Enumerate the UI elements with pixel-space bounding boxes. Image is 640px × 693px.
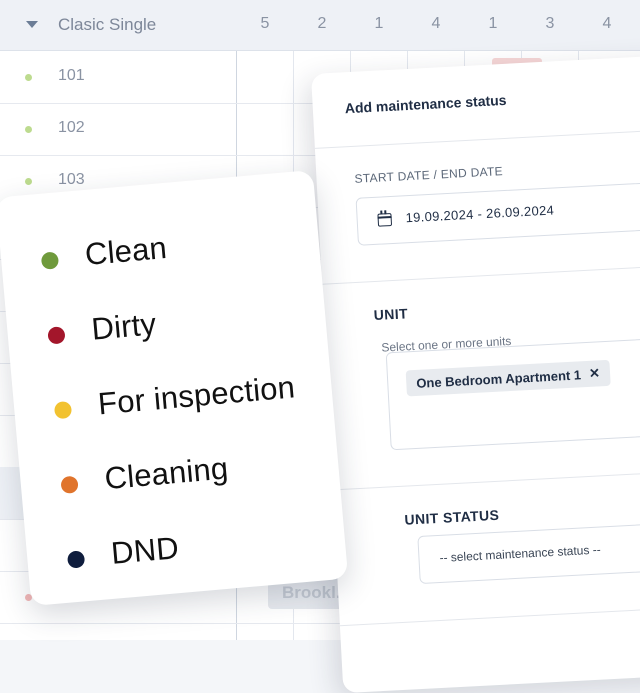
room-number: 102: [58, 119, 85, 136]
room-status-dot: [25, 178, 32, 185]
unit-multiselect[interactable]: One Bedroom Apartment 1 ✕: [385, 333, 640, 451]
availability-count: 4: [602, 15, 612, 32]
selected-unit-label: One Bedroom Apartment 1: [415, 366, 582, 391]
legend-item-clean: Clean: [40, 230, 168, 281]
unit-section-label: UNIT: [373, 305, 409, 324]
maintenance-status-placeholder: -- select maintenance status --: [439, 542, 602, 565]
legend-color-dot: [60, 475, 79, 495]
availability-count: 1: [374, 15, 384, 32]
date-range-input[interactable]: 19.09.2024 - 26.09.2024: [355, 178, 640, 246]
chevron-down-icon[interactable]: [26, 21, 38, 28]
availability-count: 1: [488, 15, 498, 32]
legend-item-cleaning: Cleaning: [59, 450, 230, 505]
legend-label: Cleaning: [103, 450, 230, 497]
calendar-icon: [377, 212, 393, 227]
legend-label: DND: [109, 530, 181, 571]
status-legend-card: Clean Dirty For inspection Cleaning DND: [0, 169, 349, 607]
maintenance-status-select[interactable]: -- select maintenance status --: [417, 518, 640, 585]
legend-item-dirty: Dirty: [46, 306, 158, 356]
room-number: 103: [58, 171, 85, 188]
legend-color-dot: [66, 550, 86, 569]
panel-title: Add maintenance status: [344, 91, 507, 117]
date-range-label: START DATE / END DATE: [354, 164, 504, 186]
legend-label: For inspection: [96, 369, 297, 422]
room-type-label: Clasic Single: [58, 15, 157, 34]
legend-item-dnd: DND: [66, 530, 180, 580]
unit-status-label: UNIT STATUS: [404, 506, 500, 528]
room-type-header[interactable]: Clasic Single 5 2 1 4 1 3 4: [0, 0, 640, 51]
divider: [321, 261, 640, 285]
room-status-dot: [25, 74, 32, 81]
legend-color-dot: [47, 326, 66, 345]
selected-unit-chip[interactable]: One Bedroom Apartment 1 ✕: [405, 359, 611, 397]
room-number: 101: [58, 67, 85, 84]
availability-count: 5: [260, 15, 270, 32]
add-maintenance-status-panel: Add maintenance status START DATE / END …: [311, 52, 640, 693]
close-icon[interactable]: ✕: [589, 365, 601, 382]
divider: [332, 467, 640, 491]
availability-count: 3: [545, 15, 555, 32]
availability-count: 2: [317, 15, 327, 32]
availability-count: 4: [431, 15, 441, 32]
legend-label: Dirty: [90, 306, 158, 347]
date-range-value: 19.09.2024 - 26.09.2024: [405, 202, 555, 226]
legend-color-dot: [53, 400, 73, 420]
room-status-dot: [25, 126, 32, 133]
divider: [339, 603, 640, 627]
legend-color-dot: [40, 251, 60, 270]
divider: [314, 125, 640, 149]
legend-label: Clean: [83, 229, 169, 273]
legend-item-for-inspection: For inspection: [53, 369, 296, 430]
